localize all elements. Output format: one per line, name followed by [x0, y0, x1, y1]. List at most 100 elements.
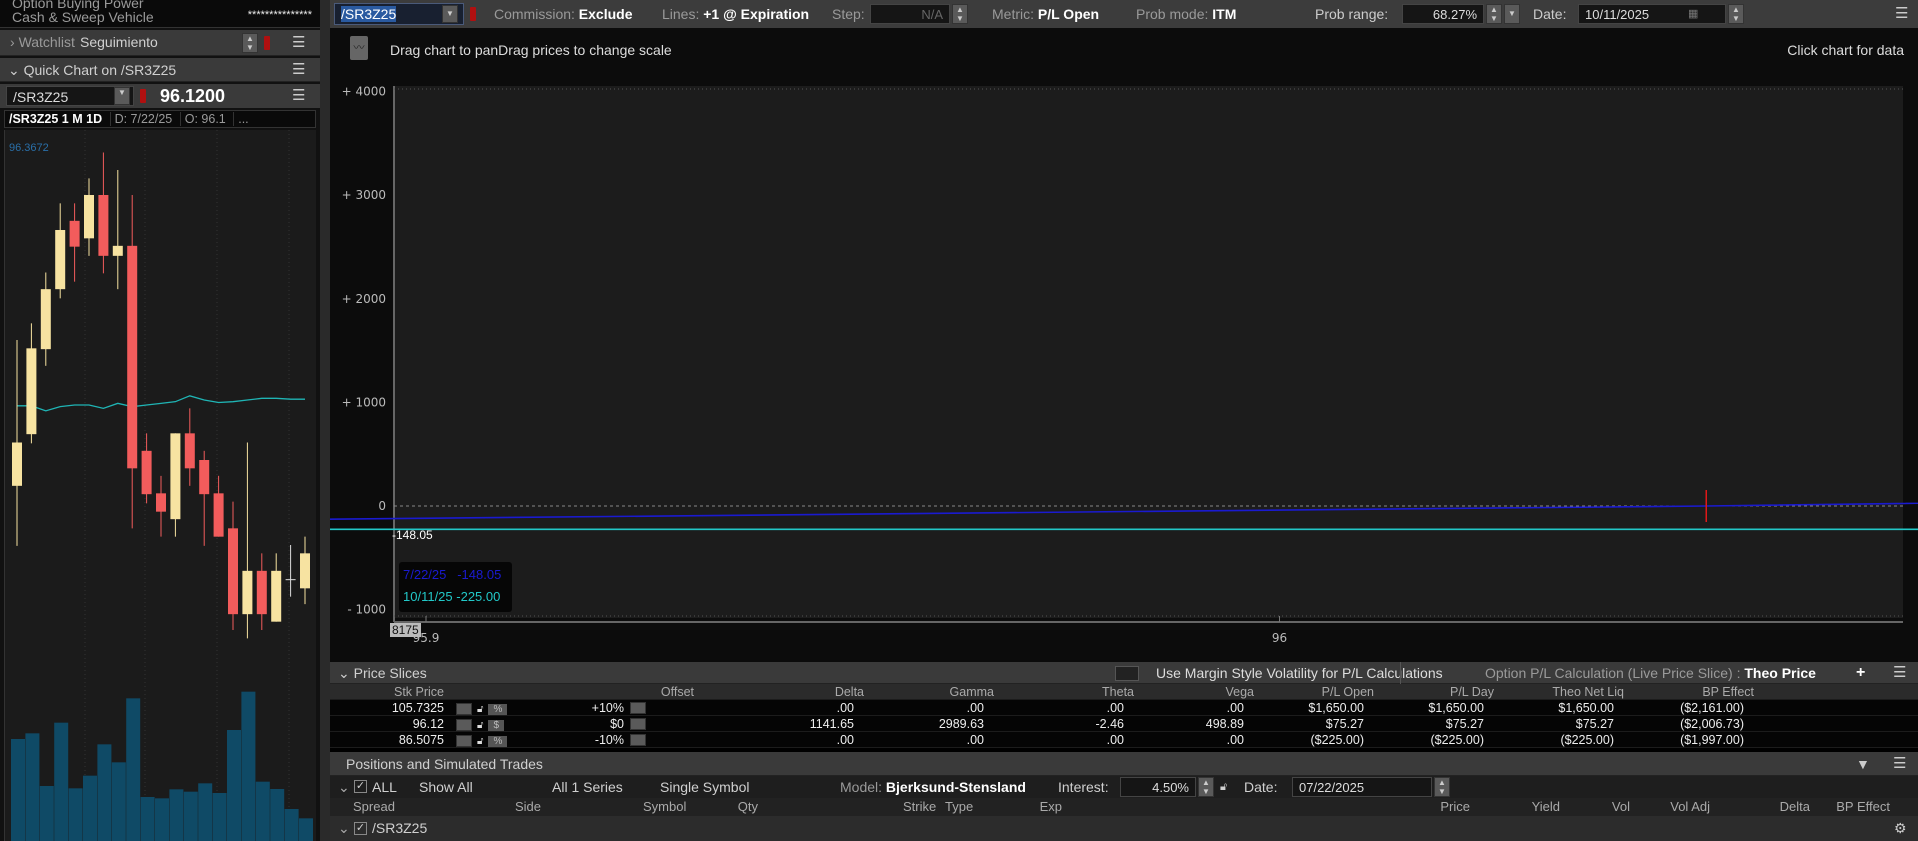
column-header[interactable]: Symbol [643, 798, 686, 816]
link-flag-icon[interactable] [264, 36, 270, 50]
price-slice-row[interactable]: 86.5075 🔓︎% -10% .00.00.00.00 ($225.00) ($225… [330, 732, 1918, 748]
column-header[interactable]: Strike [903, 798, 936, 816]
column-header[interactable]: Spread [353, 798, 395, 816]
quick-chart-canvas[interactable]: 96.3672 [4, 130, 316, 841]
column-header[interactable]: Type [945, 798, 973, 816]
collapse-icon[interactable]: ▼ [1856, 752, 1870, 776]
watchlist-label: Watchlist [18, 34, 75, 50]
quick-chart-title[interactable]: ⌄ Quick Chart on /SR3Z25 [8, 62, 176, 79]
symbol-menu-icon[interactable]: ☰ [292, 86, 305, 104]
option-calc-selector[interactable]: Option P/L Calculation (Live Price Slice… [1485, 662, 1816, 684]
lines-selector[interactable]: Lines: +1 @ Expiration [662, 0, 809, 28]
margin-vol-toggle[interactable] [1115, 666, 1139, 681]
lock-icon[interactable]: 🔓︎ [472, 720, 488, 731]
step-spinner[interactable]: ▲ ▼ [952, 4, 968, 24]
symbol-dropdown-icon[interactable]: ▼ [114, 87, 130, 105]
interest-spinner[interactable]: ▲ ▼ [1198, 777, 1214, 797]
column-header[interactable]: Price [1440, 798, 1470, 816]
prob-range-input[interactable]: 68.27% [1402, 4, 1484, 24]
column-header[interactable]: Side [515, 798, 541, 816]
lock-icon[interactable]: 🔓︎ [1220, 776, 1227, 798]
column-header[interactable]: Vol Adj [1670, 798, 1710, 816]
offset-spinner[interactable] [630, 702, 646, 714]
column-header[interactable]: Vol [1612, 798, 1630, 816]
add-slice-button[interactable]: + [1856, 662, 1865, 684]
prob-mode-selector[interactable]: Prob mode: ITM [1136, 0, 1236, 28]
slice-spinner[interactable] [456, 702, 472, 715]
watchlist-toggle[interactable]: › Watchlist [10, 34, 75, 50]
quick-chart-menu-icon[interactable]: ☰ [292, 60, 305, 78]
column-header[interactable]: Yield [1532, 798, 1560, 816]
interest-input[interactable]: 4.50% [1120, 777, 1196, 797]
lock-icon[interactable]: 🔓︎ [472, 736, 488, 747]
slice-stk[interactable]: 86.5075 [330, 732, 450, 747]
slice-vega: 498.89 [1205, 717, 1244, 731]
watchlist-menu-icon[interactable]: ☰ [292, 33, 305, 51]
calendar-icon[interactable]: ▦ [1688, 0, 1698, 28]
prob-range-dropdown-icon[interactable]: ▼ [1504, 4, 1520, 24]
show-filter[interactable]: Show All [419, 776, 473, 798]
slice-mode-toggle[interactable]: % [488, 704, 508, 715]
column-header[interactable]: BP Effect [1836, 798, 1890, 816]
all-checkbox[interactable]: ✓ [354, 780, 367, 793]
slice-stk[interactable]: 96.12 [330, 716, 450, 731]
positions-panel: Positions and Simulated Trades ▼ ☰ ⌄ ✓ A… [330, 752, 1918, 841]
series-filter[interactable]: All 1 Series [552, 776, 623, 798]
slice-mode-toggle[interactable]: $ [488, 720, 505, 731]
step-input[interactable]: N/A [870, 4, 950, 24]
account-summary: Option Buying Power *************** Cash… [0, 0, 320, 28]
commission-selector[interactable]: Commission: Exclude [494, 0, 633, 28]
expand-all-icon[interactable]: ⌄ [338, 776, 350, 798]
date-input[interactable]: 10/11/2025 [1578, 4, 1726, 24]
position-group-row[interactable]: ⌄ ✓ /SR3Z25 ⚙ [330, 816, 1918, 841]
candle-body [98, 195, 109, 256]
price-slice-row[interactable]: 105.7325 🔓︎% +10% .00.00.00.00 $1,650.00 $1,6… [330, 700, 1918, 716]
slice-mode-toggle[interactable]: % [488, 736, 508, 747]
panel-splitter[interactable] [320, 0, 330, 841]
settings-gear-icon[interactable]: ⚙ [1894, 816, 1907, 841]
positions-date-input[interactable]: 07/22/2025 [1292, 777, 1432, 797]
slice-spinner[interactable] [456, 718, 472, 731]
price-slice-row[interactable]: 96.12 🔓︎ $ $0 1141.65 2989.63 -2.46 498.89 $75.2… [330, 716, 1918, 732]
chart-image-icon[interactable]: 〰 [350, 36, 368, 60]
slice-offset[interactable]: $0 [520, 716, 630, 731]
group-checkbox[interactable]: ✓ [354, 822, 367, 835]
price-slices-toggle[interactable]: ⌄ Price Slices [338, 662, 427, 684]
model-selector[interactable]: Model: Bjerksund-Stensland [840, 776, 1026, 798]
column-header[interactable]: Delta [1780, 798, 1810, 816]
positions-date-spinner[interactable]: ▲ ▼ [1434, 777, 1450, 797]
pl-chart-svg[interactable]: + 4000+ 3000+ 2000+ 10000- 100095.99696.… [105, 70, 1918, 660]
slice-stk[interactable]: 105.7325 [330, 700, 450, 715]
prob-range-spinner[interactable]: ▲ ▼ [1486, 4, 1502, 24]
date-spinner[interactable]: ▲ ▼ [1728, 4, 1744, 24]
pl-chart[interactable]: + 4000+ 3000+ 2000+ 10000- 100095.99696.… [105, 70, 1918, 660]
toolbar-menu-icon[interactable]: ☰ [1895, 0, 1908, 28]
offset-spinner[interactable] [630, 734, 646, 746]
x-tick-label: 96 [1272, 631, 1287, 645]
slice-offset[interactable]: -10% [520, 732, 630, 747]
link-flag-icon[interactable] [470, 7, 476, 21]
slice-offset[interactable]: +10% [520, 700, 630, 715]
symbol-mode-filter[interactable]: Single Symbol [660, 776, 750, 798]
column-header[interactable]: Qty [738, 798, 758, 816]
price-slices-menu-icon[interactable]: ☰ [1893, 662, 1906, 684]
column-header[interactable]: Exp [1040, 798, 1062, 816]
symbol-dropdown-icon[interactable]: ▼ [442, 5, 458, 23]
slice-pl-day: $1,650.00 [1428, 701, 1484, 715]
lock-icon[interactable]: 🔓︎ [472, 704, 488, 715]
expand-group-icon[interactable]: ⌄ [338, 816, 350, 841]
chart-info-more[interactable]: ... [233, 112, 253, 126]
offset-spinner[interactable] [630, 718, 646, 730]
candle-body [285, 579, 296, 581]
column-header: Offset [660, 685, 694, 699]
slice-spinner[interactable] [456, 734, 472, 747]
watchlist-selector[interactable]: Seguimiento [80, 34, 158, 50]
positions-menu-icon[interactable]: ☰ [1893, 752, 1906, 776]
legend-series-name: 7/22/25 [403, 567, 447, 582]
watchlist-spinner[interactable]: ▲ ▼ [242, 33, 258, 53]
chart-info-bar: /SR3Z25 1 M 1D D: 7/22/25 O: 96.1 ... [4, 110, 316, 128]
metric-selector[interactable]: Metric: P/L Open [992, 0, 1099, 28]
link-flag-icon[interactable] [140, 89, 146, 103]
volume-bar [198, 783, 213, 841]
candle-body [84, 195, 94, 239]
